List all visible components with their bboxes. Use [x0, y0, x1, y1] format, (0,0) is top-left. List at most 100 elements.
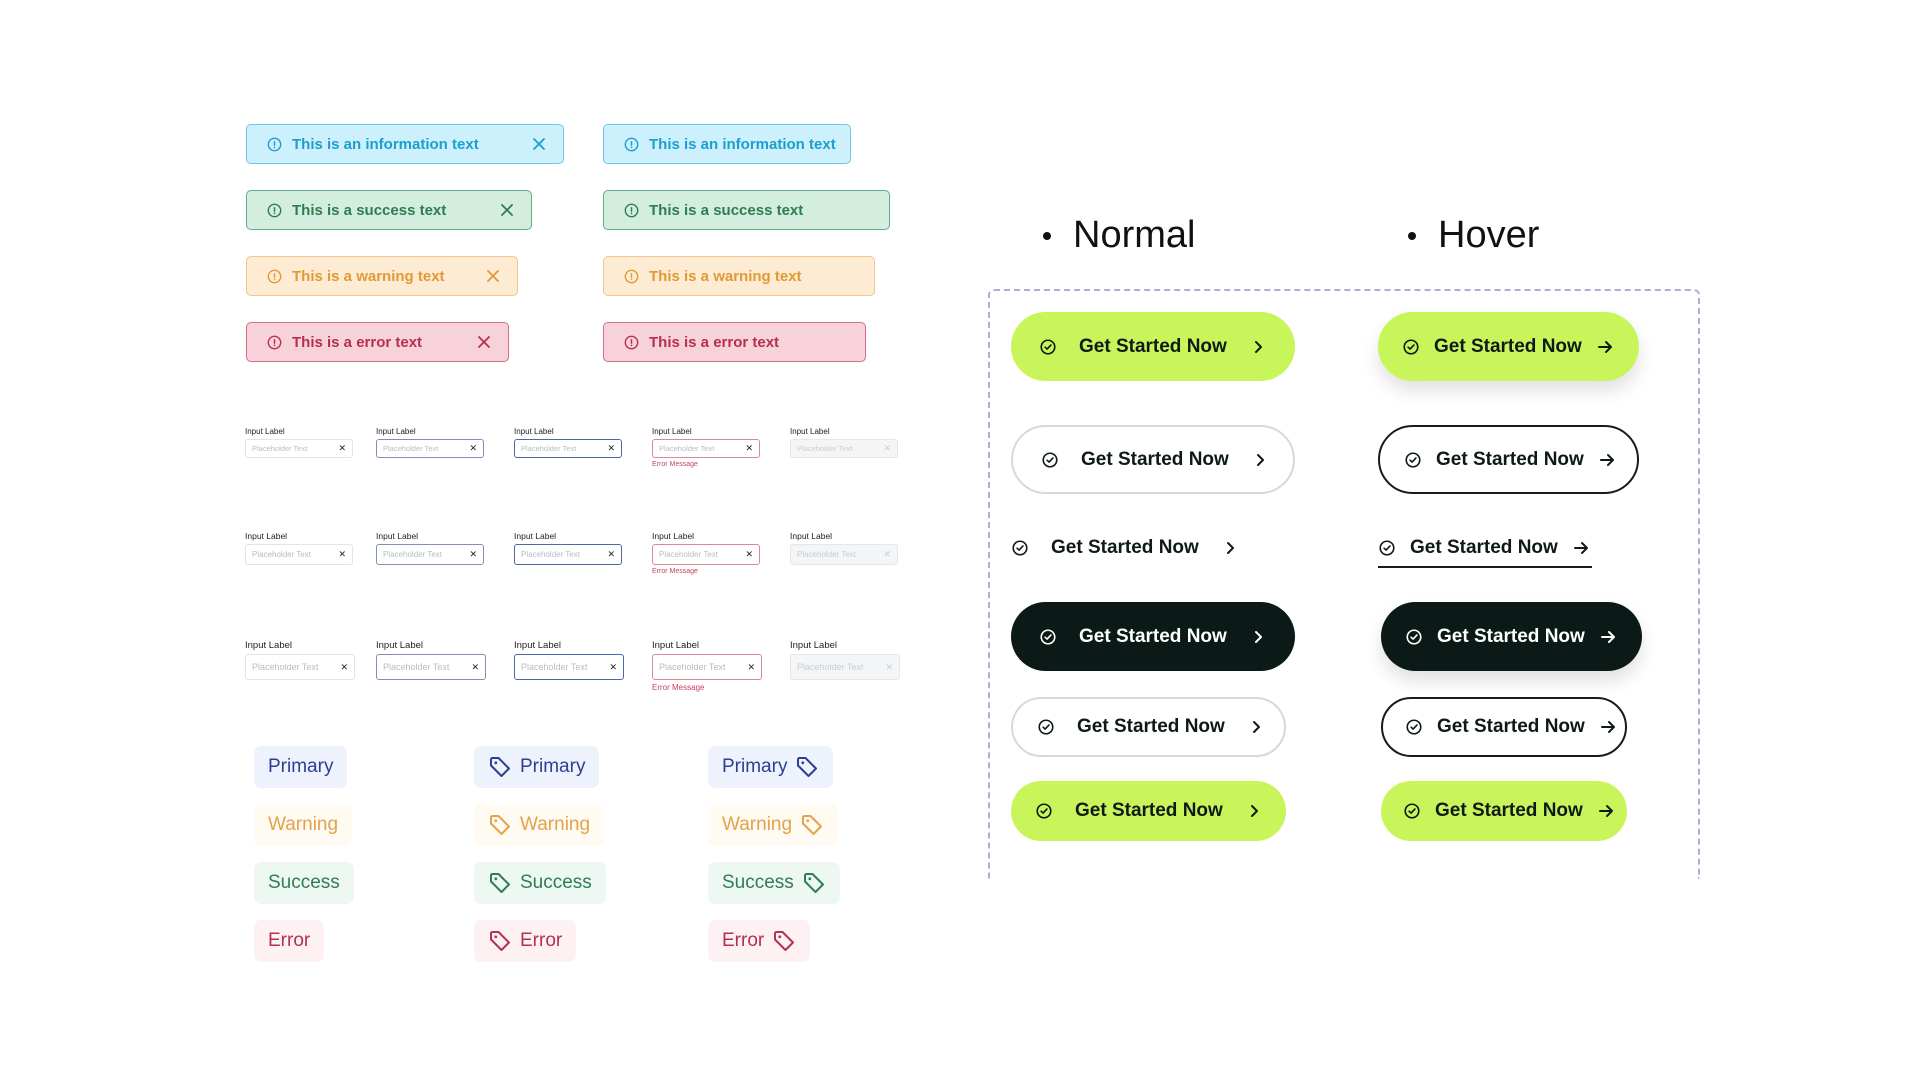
clear-icon[interactable]: ✕ — [471, 662, 479, 673]
info-circle-icon — [267, 335, 282, 350]
clear-icon[interactable]: ✕ — [338, 443, 346, 454]
button-label: Get Started Now — [1079, 335, 1227, 357]
close-icon[interactable] — [486, 269, 500, 283]
tag-warning-icon-right[interactable]: Warning — [708, 804, 839, 846]
arrow-right-icon — [1572, 539, 1590, 557]
check-circle-icon — [1402, 338, 1420, 356]
input-label: Input Label — [514, 531, 557, 541]
tag-success-icon-right[interactable]: Success — [708, 862, 840, 904]
input-label: Input Label — [652, 640, 700, 651]
clear-icon: ✕ — [883, 443, 891, 453]
chevron-right-icon — [1247, 718, 1265, 736]
button-label: Get Started Now — [1075, 800, 1223, 821]
close-icon[interactable] — [500, 203, 514, 217]
input-placeholder: Placeholder Text — [383, 550, 442, 559]
button-text-hover[interactable]: Get Started Now — [1378, 530, 1592, 568]
check-circle-icon — [1011, 539, 1029, 557]
clear-icon[interactable]: ✕ — [607, 443, 615, 454]
text-input[interactable]: Placeholder Text ✕ — [652, 654, 762, 680]
tag-primary-icon-left[interactable]: Primary — [474, 746, 600, 788]
alert-text: This is an information text — [649, 135, 836, 153]
text-input[interactable]: Placeholder Text ✕ — [376, 544, 484, 565]
close-icon[interactable] — [477, 335, 491, 349]
input-label: Input Label — [790, 427, 830, 436]
input-label: Input Label — [245, 531, 288, 541]
button-lime-normal[interactable]: Get Started Now — [1011, 312, 1295, 381]
input-field-focus-large: Input Label Placeholder Text ✕ — [514, 640, 624, 680]
input-field-error-medium: Input Label Placeholder Text ✕ Error Messag… — [652, 531, 760, 575]
text-input[interactable]: Placeholder Text ✕ — [376, 654, 486, 680]
arrow-right-icon — [1598, 451, 1616, 469]
tag-label: Success — [520, 872, 592, 893]
input-field-disabled-large: Input Label Placeholder Text ✕ — [790, 640, 900, 680]
bullet-icon — [1043, 231, 1051, 240]
alert-text: This is a error text — [292, 333, 423, 351]
text-input[interactable]: Placeholder Text ✕ — [652, 439, 760, 458]
input-placeholder: Placeholder Text — [252, 444, 308, 453]
button-lime-small-hover[interactable]: Get Started Now — [1381, 781, 1627, 841]
button-dark-hover[interactable]: Get Started Now — [1381, 602, 1642, 671]
text-input[interactable]: Placeholder Text ✕ — [514, 654, 624, 680]
tag-icon — [787, 755, 819, 779]
input-label: Input Label — [245, 427, 285, 436]
tag-error-icon-right[interactable]: Error — [708, 920, 811, 962]
tag-label: Error — [520, 930, 563, 951]
check-circle-icon — [1405, 718, 1423, 736]
tag-label: Primary — [520, 756, 586, 777]
clear-icon[interactable]: ✕ — [469, 443, 477, 454]
button-label: Get Started Now — [1077, 716, 1225, 737]
input-placeholder: Placeholder Text — [797, 550, 856, 559]
tag-primary-no-icon[interactable]: Primary — [254, 746, 348, 788]
button-outline-normal[interactable]: Get Started Now — [1011, 425, 1295, 494]
input-field-hover-medium: Input Label Placeholder Text ✕ — [376, 531, 484, 565]
clear-icon[interactable]: ✕ — [747, 662, 755, 673]
clear-icon[interactable]: ✕ — [745, 443, 753, 454]
alert-warning: This is a warning text — [603, 256, 875, 296]
text-input[interactable]: Placeholder Text ✕ — [245, 544, 353, 565]
clear-icon[interactable]: ✕ — [338, 549, 346, 560]
close-icon[interactable] — [532, 137, 546, 151]
check-circle-icon — [1039, 628, 1057, 646]
tag-warning-icon-left[interactable]: Warning — [474, 804, 605, 846]
tag-error-icon-left[interactable]: Error — [474, 920, 577, 962]
button-outline-small-normal[interactable]: Get Started Now — [1011, 697, 1286, 757]
input-placeholder: Placeholder Text — [521, 662, 588, 672]
clear-icon[interactable]: ✕ — [607, 549, 615, 560]
clear-icon[interactable]: ✕ — [469, 549, 477, 560]
button-text-normal[interactable]: Get Started Now — [1011, 530, 1241, 566]
button-lime-hover[interactable]: Get Started Now — [1378, 312, 1639, 381]
text-input[interactable]: Placeholder Text ✕ — [514, 544, 622, 565]
input-placeholder: Placeholder Text — [521, 550, 580, 559]
alert-error: This is a error text — [603, 322, 866, 362]
alert-info: This is an information text — [603, 124, 851, 164]
tag-warning-no-icon[interactable]: Warning — [254, 804, 353, 846]
tag-error-no-icon[interactable]: Error — [254, 920, 325, 962]
tag-success-icon-left[interactable]: Success — [474, 862, 606, 904]
input-field-disabled-small: Input Label Placeholder Text ✕ — [790, 427, 898, 458]
tag-primary-icon-right[interactable]: Primary — [708, 746, 834, 788]
tag-success-no-icon[interactable]: Success — [254, 862, 354, 904]
button-outline-hover[interactable]: Get Started Now — [1378, 425, 1639, 494]
check-circle-icon — [1405, 628, 1423, 646]
info-circle-icon — [267, 269, 282, 284]
clear-icon[interactable]: ✕ — [609, 662, 617, 673]
text-input[interactable]: Placeholder Text ✕ — [245, 654, 355, 680]
text-input[interactable]: Placeholder Text ✕ — [514, 439, 622, 458]
text-input[interactable]: Placeholder Text ✕ — [245, 439, 353, 458]
button-dark-normal[interactable]: Get Started Now — [1011, 602, 1295, 671]
button-label: Get Started Now — [1437, 716, 1585, 737]
button-label: Get Started Now — [1081, 448, 1229, 470]
arrow-right-icon — [1596, 338, 1614, 356]
chevron-right-icon — [1249, 628, 1267, 646]
clear-icon[interactable]: ✕ — [340, 662, 348, 673]
tag-icon — [488, 813, 520, 837]
button-outline-small-hover[interactable]: Get Started Now — [1381, 697, 1627, 757]
button-lime-small-normal[interactable]: Get Started Now — [1011, 781, 1286, 841]
tag-icon — [764, 929, 796, 953]
text-input: Placeholder Text ✕ — [790, 654, 900, 680]
tag-label: Warning — [520, 814, 591, 835]
clear-icon[interactable]: ✕ — [745, 549, 753, 560]
check-circle-icon — [1404, 451, 1422, 469]
text-input[interactable]: Placeholder Text ✕ — [376, 439, 484, 458]
text-input[interactable]: Placeholder Text ✕ — [652, 544, 760, 565]
